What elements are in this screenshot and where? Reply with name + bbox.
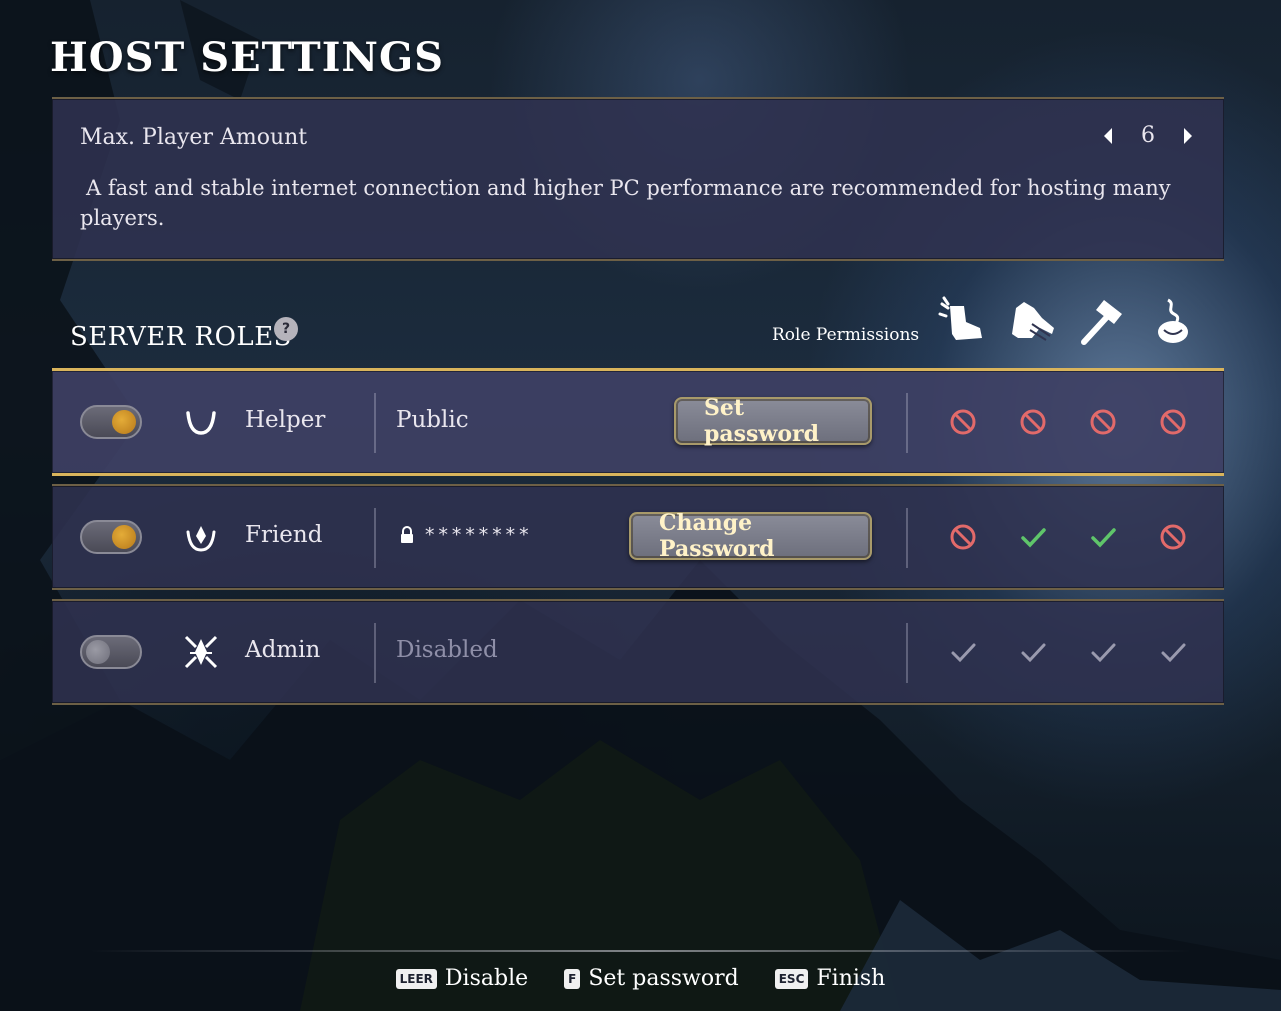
glove-icon: [1012, 302, 1054, 341]
role-name-friend: Friend: [245, 522, 323, 548]
hint-label: Disable: [444, 966, 529, 991]
role-toggle-admin[interactable]: [80, 635, 142, 669]
admin-role-icon: [184, 635, 218, 669]
permission-denied-icon[interactable]: [1088, 407, 1118, 437]
permission-locked-check-icon: [1161, 643, 1186, 663]
role-row-helper[interactable]: Helper Public Set password: [52, 368, 1224, 476]
role-row-admin[interactable]: Admin Disabled: [52, 599, 1224, 705]
max-player-label: Max. Player Amount: [80, 125, 308, 150]
permission-denied-icon[interactable]: [948, 522, 978, 552]
toggle-knob: [112, 410, 136, 434]
set-password-button[interactable]: Set password: [674, 395, 872, 447]
role-row-friend[interactable]: Friend ******** Change Password: [52, 484, 1224, 590]
decrease-arrow-icon[interactable]: [1100, 124, 1116, 148]
toggle-knob: [112, 525, 136, 549]
footer-divider: [90, 950, 1191, 952]
hammer-icon: [1081, 300, 1122, 345]
permission-denied-icon[interactable]: [1158, 407, 1188, 437]
hint-label: Set password: [588, 966, 739, 991]
access-status-admin: Disabled: [396, 637, 498, 663]
footer-hints: LEER Disable F Set password ESC Finish: [0, 966, 1281, 991]
lock-icon: [401, 526, 413, 543]
role-toggle-friend[interactable]: [80, 520, 142, 554]
password-display: ********: [400, 524, 532, 546]
role-name-helper: Helper: [245, 407, 326, 433]
divider: [906, 623, 908, 683]
access-status-helper: Public: [396, 407, 469, 433]
role-name-admin: Admin: [245, 637, 321, 663]
password-mask: ********: [424, 524, 532, 546]
key-badge: ESC: [774, 968, 809, 989]
key-badge: F: [564, 968, 581, 989]
role-permissions-label: Role Permissions: [772, 325, 920, 345]
helper-role-icon: [186, 411, 216, 435]
max-player-stepper: 6: [1100, 123, 1196, 148]
permission-allowed-icon[interactable]: [1088, 522, 1118, 552]
divider: [374, 508, 376, 568]
change-password-button[interactable]: Change Password: [629, 510, 872, 562]
permission-denied-icon[interactable]: [1158, 522, 1188, 552]
permission-denied-icon[interactable]: [948, 407, 978, 437]
key-badge: LEER: [395, 968, 437, 989]
hint-set-password[interactable]: F Set password: [564, 966, 739, 991]
hint-disable[interactable]: LEER Disable: [395, 966, 529, 991]
permission-denied-icon[interactable]: [1018, 407, 1048, 437]
max-player-panel: Max. Player Amount 6 A fast and stable i…: [52, 97, 1224, 261]
server-roles-title: SERVER ROLES: [70, 322, 292, 352]
divider: [374, 623, 376, 683]
divider: [906, 508, 908, 568]
permission-locked-check-icon: [1021, 643, 1046, 663]
boot-icon: [938, 296, 982, 340]
permission-allowed-icon[interactable]: [1018, 522, 1048, 552]
role-toggle-helper[interactable]: [80, 405, 142, 439]
hint-finish[interactable]: ESC Finish: [774, 966, 886, 991]
friend-role-icon: [186, 526, 216, 552]
divider: [374, 393, 376, 453]
permission-locked-check-icon: [951, 643, 976, 663]
divider: [906, 393, 908, 453]
permission-locked-check-icon: [1091, 643, 1116, 663]
hint-label: Finish: [816, 966, 886, 991]
max-player-description: A fast and stable internet connection an…: [80, 176, 1171, 230]
max-player-value: 6: [1141, 123, 1155, 148]
toggle-knob: [86, 640, 110, 664]
potion-icon: [1158, 298, 1188, 343]
help-icon[interactable]: ?: [274, 317, 298, 341]
increase-arrow-icon[interactable]: [1180, 124, 1196, 148]
page-title: HOST SETTINGS: [50, 34, 445, 81]
